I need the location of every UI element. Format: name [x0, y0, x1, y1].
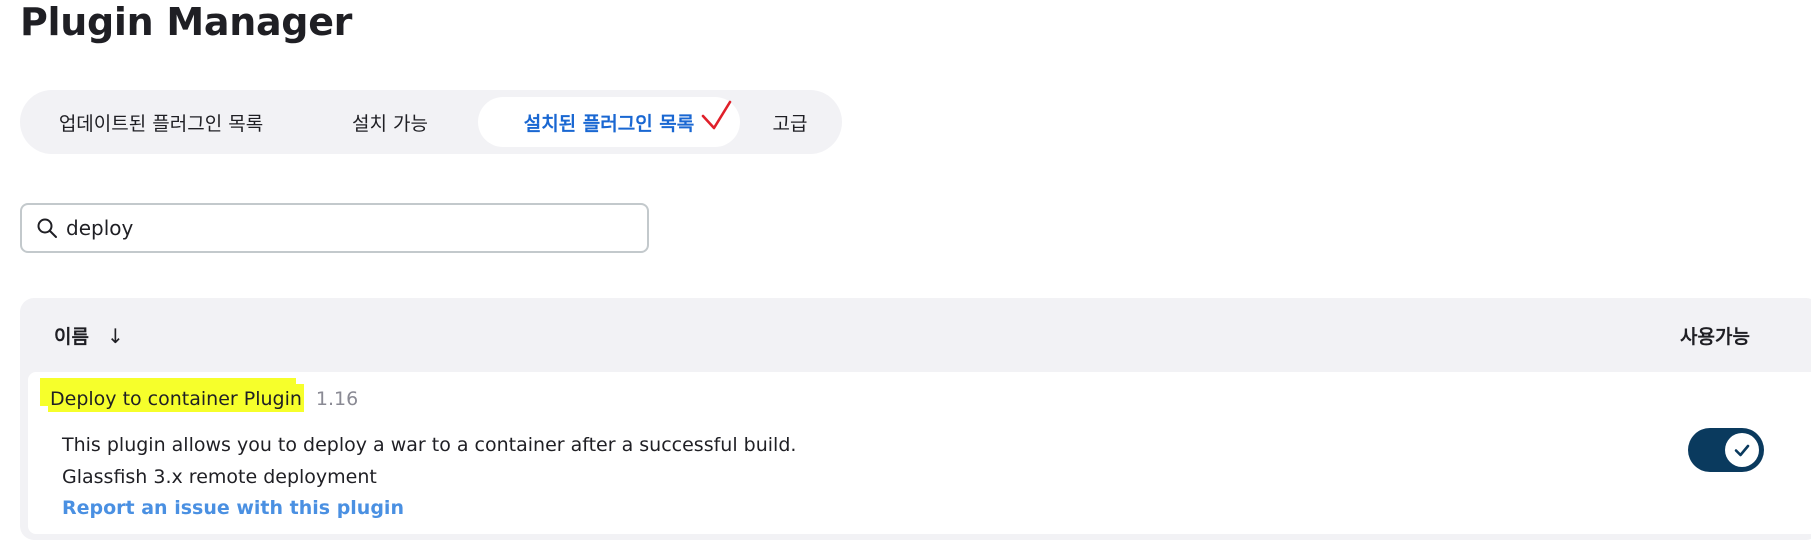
tab-advanced[interactable]: 고급 — [750, 97, 830, 147]
tab-available[interactable]: 설치 가능 — [320, 97, 460, 147]
plugin-search-box[interactable] — [20, 203, 649, 253]
check-icon — [1734, 444, 1750, 457]
search-input[interactable] — [66, 216, 606, 240]
tab-updates[interactable]: 업데이트된 플러그인 목록 — [32, 97, 290, 147]
plugin-name-link[interactable]: Deploy to container Plugin — [48, 384, 304, 412]
plugin-description-detail: Glassfish 3.x remote deployment — [62, 466, 377, 488]
plugin-description: This plugin allows you to deploy a war t… — [62, 434, 797, 456]
column-header-name-label: 이름 — [54, 326, 89, 348]
column-header-enabled: 사용가능 — [1680, 326, 1750, 348]
plugin-table: 이름 ↓ 사용가능 Deploy to container Plugin 1.1… — [20, 298, 1811, 540]
plugin-manager-page: Plugin Manager 업데이트된 플러그인 목록 설치 가능 설치된 플… — [0, 0, 1811, 548]
tab-bar: 업데이트된 플러그인 목록 설치 가능 설치된 플러그인 목록 고급 — [20, 90, 842, 154]
page-title: Plugin Manager — [20, 0, 353, 44]
plugin-version: 1.16 — [315, 388, 359, 410]
search-icon — [36, 217, 58, 239]
column-header-name[interactable]: 이름 ↓ — [54, 322, 124, 349]
enabled-toggle[interactable] — [1688, 428, 1764, 472]
checkmark-annotation-icon — [701, 100, 732, 130]
sort-arrow-icon: ↓ — [106, 323, 124, 348]
table-row: Deploy to container Plugin 1.16 This plu… — [28, 372, 1811, 534]
report-issue-link[interactable]: Report an issue with this plugin — [62, 497, 404, 519]
toggle-knob — [1725, 433, 1759, 467]
plugin-title: Deploy to container Plugin 1.16 — [48, 384, 358, 412]
